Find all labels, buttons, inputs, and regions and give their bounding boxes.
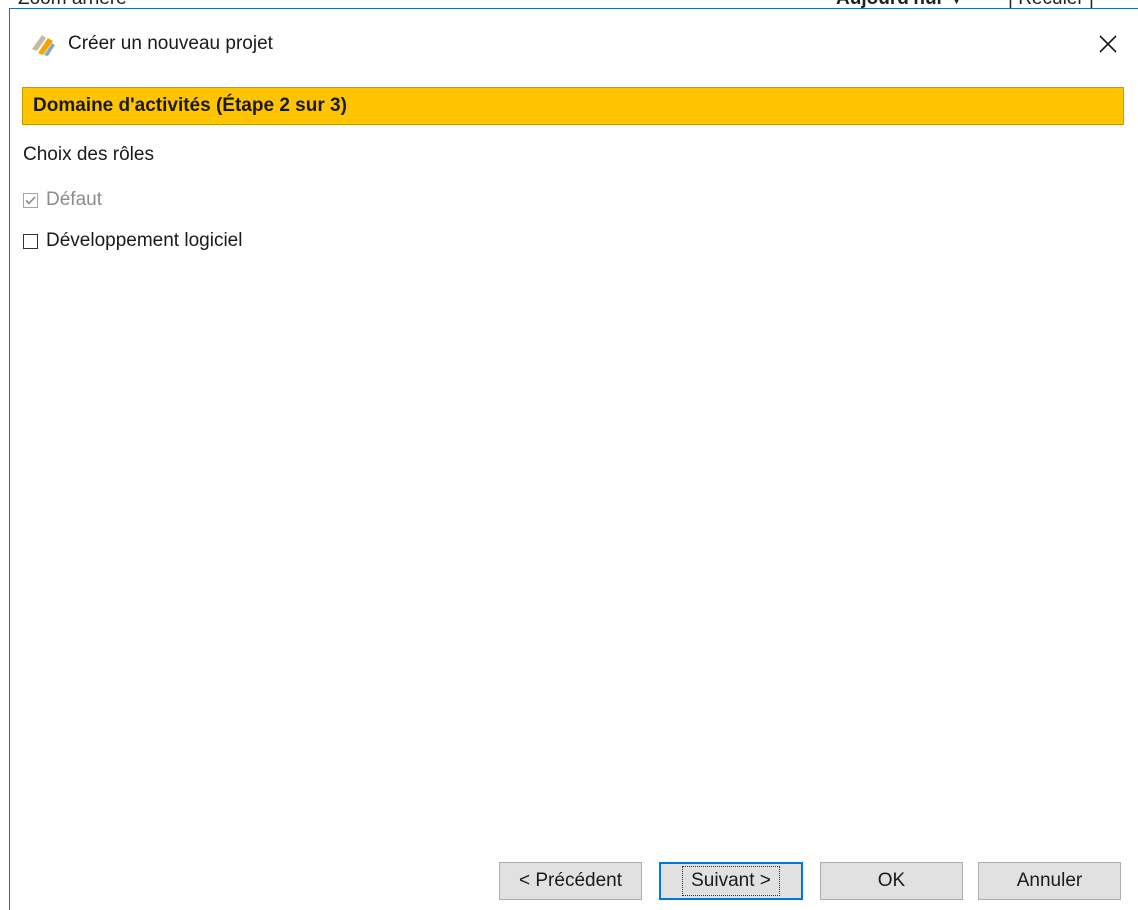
close-button[interactable] <box>1088 24 1128 64</box>
close-icon <box>1099 35 1117 53</box>
checkbox-unchecked-icon <box>23 233 38 249</box>
cancel-button[interactable]: Annuler <box>978 862 1121 900</box>
ok-button[interactable]: OK <box>820 862 963 900</box>
step-banner-label: Domaine d'activités (Étape 2 sur 3) <box>33 95 347 116</box>
checkbox-checked-icon <box>23 192 38 208</box>
app-logo-icon <box>28 29 58 59</box>
next-button-label: Suivant > <box>682 866 780 896</box>
role-label-software-development: Développement logiciel <box>46 230 243 251</box>
next-button[interactable]: Suivant > <box>659 862 803 900</box>
role-checkbox-default[interactable]: Défaut <box>23 189 102 211</box>
roles-section-label: Choix des rôles <box>23 144 154 165</box>
role-checkbox-software-development[interactable]: Développement logiciel <box>23 230 242 252</box>
dialog-titlebar[interactable]: Créer un nouveau projet <box>10 9 1138 79</box>
role-label-default: Défaut <box>46 189 102 210</box>
create-project-dialog: Créer un nouveau projet Domaine d'activi… <box>9 8 1138 910</box>
step-banner: Domaine d'activités (Étape 2 sur 3) <box>22 87 1124 125</box>
dialog-title: Créer un nouveau projet <box>68 33 273 54</box>
previous-button[interactable]: < Précédent <box>499 862 642 900</box>
